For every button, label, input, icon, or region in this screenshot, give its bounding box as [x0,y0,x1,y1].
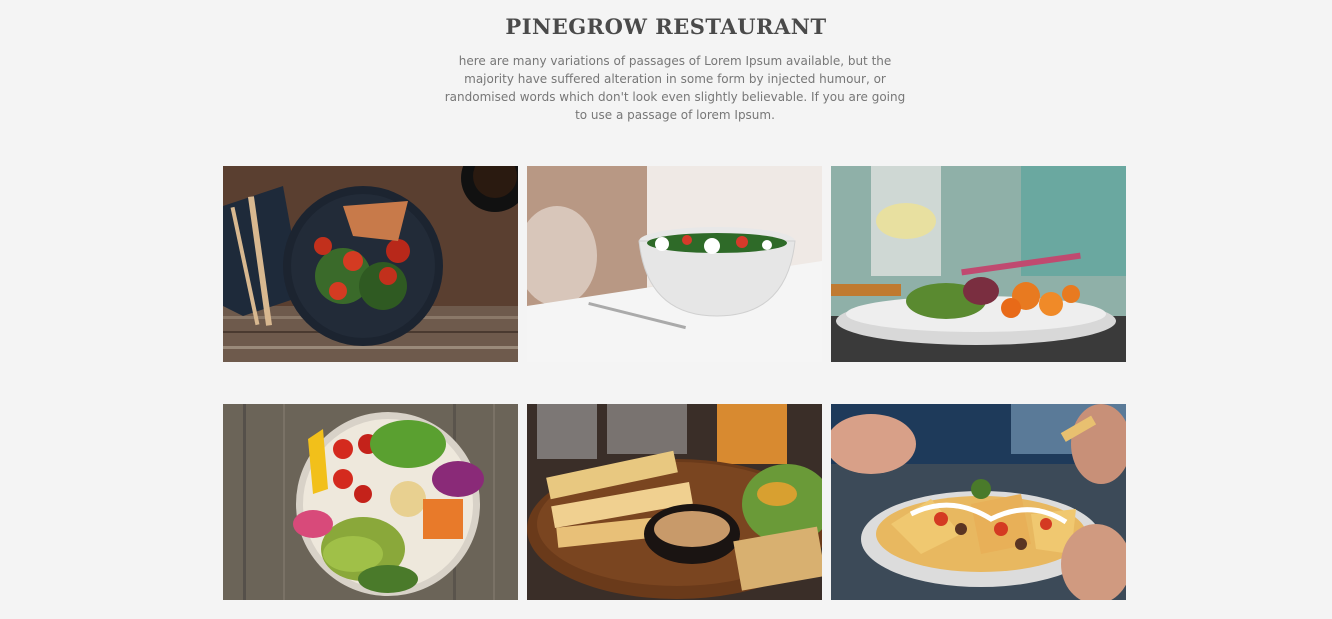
gallery-section: PINEGROW RESTAURANT here are many variat… [0,0,1332,619]
salad-bowl-image [527,166,822,362]
gallery-image-salad-bowl[interactable] [527,166,822,362]
gallery-image-grilled-plate[interactable] [527,404,822,600]
page-title: PINEGROW RESTAURANT [505,14,827,39]
gallery-image-nachos[interactable] [831,404,1126,600]
salad-plate-image [223,166,518,362]
gallery-image-salad-plate[interactable] [223,166,518,362]
nachos-image [831,404,1126,600]
grilled-plate-image [527,404,822,600]
gallery-image-fried-dish[interactable] [831,166,1126,362]
fried-dish-image [831,166,1126,362]
section-description: here are many variations of passages of … [444,54,906,122]
buddha-bowl-image [223,404,518,600]
gallery-image-buddha-bowl[interactable] [223,404,518,600]
